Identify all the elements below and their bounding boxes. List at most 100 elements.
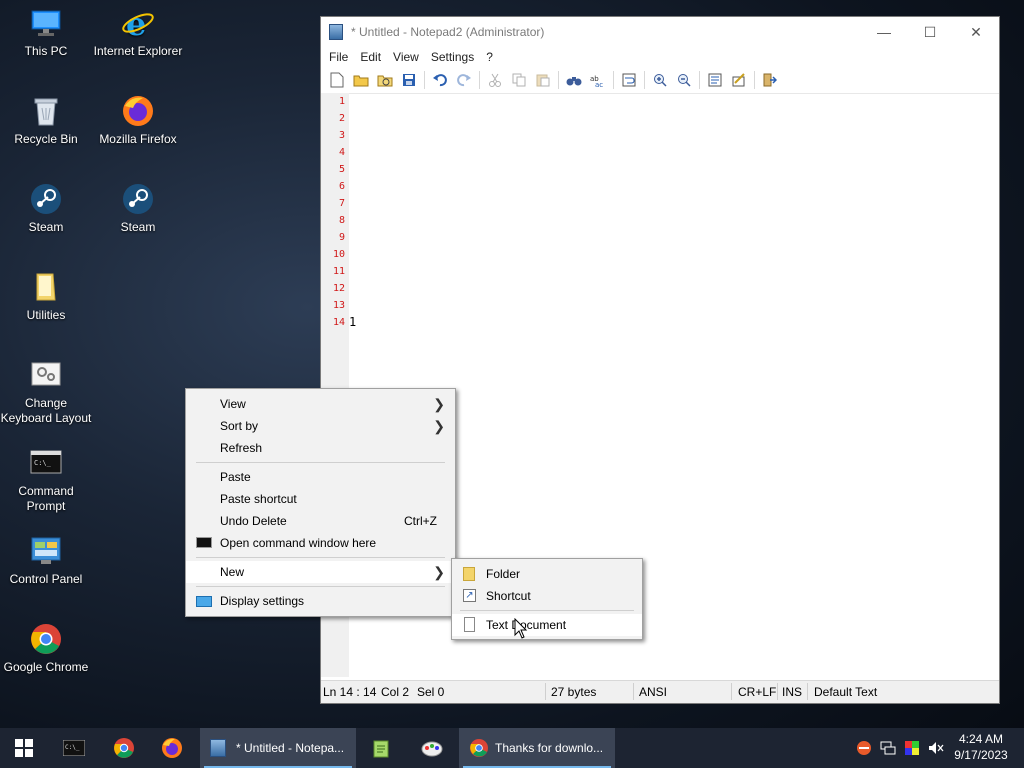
desktop-icon-google-chrome[interactable]: Google Chrome <box>0 622 92 675</box>
menu-file[interactable]: File <box>323 50 354 64</box>
line-number: 12 <box>332 283 345 294</box>
find-icon[interactable] <box>564 70 584 90</box>
redo-icon[interactable] <box>454 70 474 90</box>
paint-app-icon <box>421 741 443 757</box>
menu-item-view[interactable]: View ❯ <box>186 393 455 415</box>
exit-icon[interactable] <box>760 70 780 90</box>
desktop-context-menu: View ❯ Sort by ❯ Refresh Paste Paste sho… <box>185 388 456 617</box>
chrome-icon <box>29 622 63 656</box>
menu-item-undo-delete[interactable]: Undo Delete Ctrl+Z <box>186 510 455 532</box>
editor-text-line[interactable]: 1 <box>349 315 356 329</box>
menu-item-open-command-window[interactable]: Open command window here <box>186 532 455 554</box>
menu-separator <box>196 557 445 558</box>
menu-item-display-settings[interactable]: Display settings <box>186 590 455 612</box>
title-bar[interactable]: * Untitled - Notepad2 (Administrator) — … <box>321 17 999 47</box>
volume-muted-icon[interactable] <box>928 740 944 756</box>
desktop-icon-change-keyboard-layout[interactable]: Change Keyboard Layout <box>0 358 92 426</box>
desktop-icon-command-prompt[interactable]: C:\_ Command Prompt <box>0 446 92 514</box>
menu-item-paste-shortcut[interactable]: Paste shortcut <box>186 488 455 510</box>
taskbar-command-prompt[interactable]: C:\_ <box>50 728 98 768</box>
submenu-item-folder[interactable]: Folder <box>452 563 642 585</box>
status-encoding[interactable]: ANSI <box>639 685 667 699</box>
folder-icon <box>463 567 475 581</box>
status-scheme[interactable]: Default Text <box>814 685 877 699</box>
status-divider <box>545 683 546 700</box>
menu-item-new[interactable]: New ❯ <box>186 561 455 583</box>
desktop-icon-steam-1[interactable]: Steam <box>0 182 92 235</box>
status-divider <box>807 683 808 700</box>
desktop-icon-steam-2[interactable]: Steam <box>92 182 184 235</box>
taskbar-chrome[interactable] <box>100 728 148 768</box>
copy-icon[interactable] <box>509 70 529 90</box>
close-button[interactable]: ✕ <box>953 17 999 47</box>
desktop-icon-recycle-bin[interactable]: Recycle Bin <box>0 94 92 147</box>
undo-icon[interactable] <box>430 70 450 90</box>
command-prompt-icon: C:\_ <box>63 740 85 756</box>
browse-icon[interactable] <box>375 70 395 90</box>
tray-app-icon[interactable] <box>856 740 872 756</box>
taskbar-task-notepad2[interactable]: * Untitled - Notepa... <box>200 728 356 768</box>
status-file-size: 27 bytes <box>551 685 597 699</box>
taskbar-task-chrome[interactable]: Thanks for downlo... <box>459 728 615 768</box>
start-button[interactable] <box>0 728 48 768</box>
save-icon[interactable] <box>399 70 419 90</box>
status-position: Ln 14 : 14 <box>323 685 377 699</box>
paste-icon[interactable] <box>533 70 553 90</box>
replace-icon[interactable]: ab ac <box>588 70 608 90</box>
taskbar-firefox[interactable] <box>148 728 196 768</box>
line-number: 5 <box>338 164 345 175</box>
customize-scheme-icon[interactable] <box>729 70 749 90</box>
desktop-icon-internet-explorer[interactable]: e Internet Explorer <box>92 5 184 59</box>
open-folder-icon[interactable] <box>351 70 371 90</box>
menu-help[interactable]: ? <box>480 50 499 64</box>
scheme-icon[interactable] <box>705 70 725 90</box>
system-clock[interactable]: 4:24 AM 9/17/2023 <box>948 731 1014 763</box>
desktop-icon-mozilla-firefox[interactable]: Mozilla Firefox <box>92 94 184 147</box>
color-display-icon[interactable] <box>904 740 920 756</box>
menu-item-label: Shortcut <box>486 589 531 603</box>
word-wrap-icon[interactable] <box>619 70 639 90</box>
menu-item-label: Folder <box>486 567 521 581</box>
toolbar-separator <box>754 71 755 89</box>
zoom-in-icon[interactable] <box>650 70 670 90</box>
cut-icon[interactable] <box>485 70 505 90</box>
line-number: 13 <box>332 300 345 311</box>
menu-edit[interactable]: Edit <box>354 50 387 64</box>
taskbar-notepad-plus[interactable] <box>358 728 406 768</box>
desktop-icon-label: Google Chrome <box>3 660 89 674</box>
menu-item-paste[interactable]: Paste <box>186 466 455 488</box>
text-editor-app-icon <box>373 740 389 758</box>
windows-logo-icon <box>15 739 33 757</box>
submenu-item-shortcut[interactable]: ↗ Shortcut <box>452 585 642 607</box>
maximize-button[interactable]: ☐ <box>907 17 953 47</box>
menu-separator <box>196 462 445 463</box>
menu-item-label: Open command window here <box>220 536 377 550</box>
minimize-button[interactable]: — <box>861 17 907 47</box>
toolbar-separator <box>644 71 645 89</box>
zoom-out-icon[interactable] <box>674 70 694 90</box>
status-line-endings[interactable]: CR+LF <box>738 685 776 699</box>
new-file-icon[interactable] <box>327 70 347 90</box>
menu-item-label: Paste shortcut <box>220 492 297 506</box>
status-divider <box>633 683 634 700</box>
task-label: Thanks for downlo... <box>495 741 604 755</box>
taskbar-paint[interactable] <box>408 728 456 768</box>
firefox-icon <box>162 738 182 758</box>
status-selection: Sel 0 <box>417 685 445 699</box>
submenu-item-text-document[interactable]: Text Document <box>452 614 642 636</box>
menu-settings[interactable]: Settings <box>425 50 480 64</box>
menu-item-sort-by[interactable]: Sort by ❯ <box>186 415 455 437</box>
menu-item-refresh[interactable]: Refresh <box>186 437 455 459</box>
network-icon[interactable] <box>880 740 896 756</box>
desktop-icon-label: Mozilla Firefox <box>99 132 177 146</box>
status-insert-mode[interactable]: INS <box>782 685 802 699</box>
desktop-icon-label: Internet Explorer <box>93 44 183 58</box>
desktop-icon-utilities[interactable]: Utilities <box>0 270 92 323</box>
desktop-icon-label: Change Keyboard Layout <box>0 396 92 425</box>
menu-view[interactable]: View <box>387 50 425 64</box>
desktop-icon-this-pc[interactable]: This PC <box>0 6 92 59</box>
folder-icon <box>29 270 63 304</box>
menu-bar: File Edit View Settings ? <box>321 47 999 67</box>
line-number: 2 <box>338 113 345 124</box>
desktop-icon-control-panel[interactable]: Control Panel <box>0 534 92 587</box>
